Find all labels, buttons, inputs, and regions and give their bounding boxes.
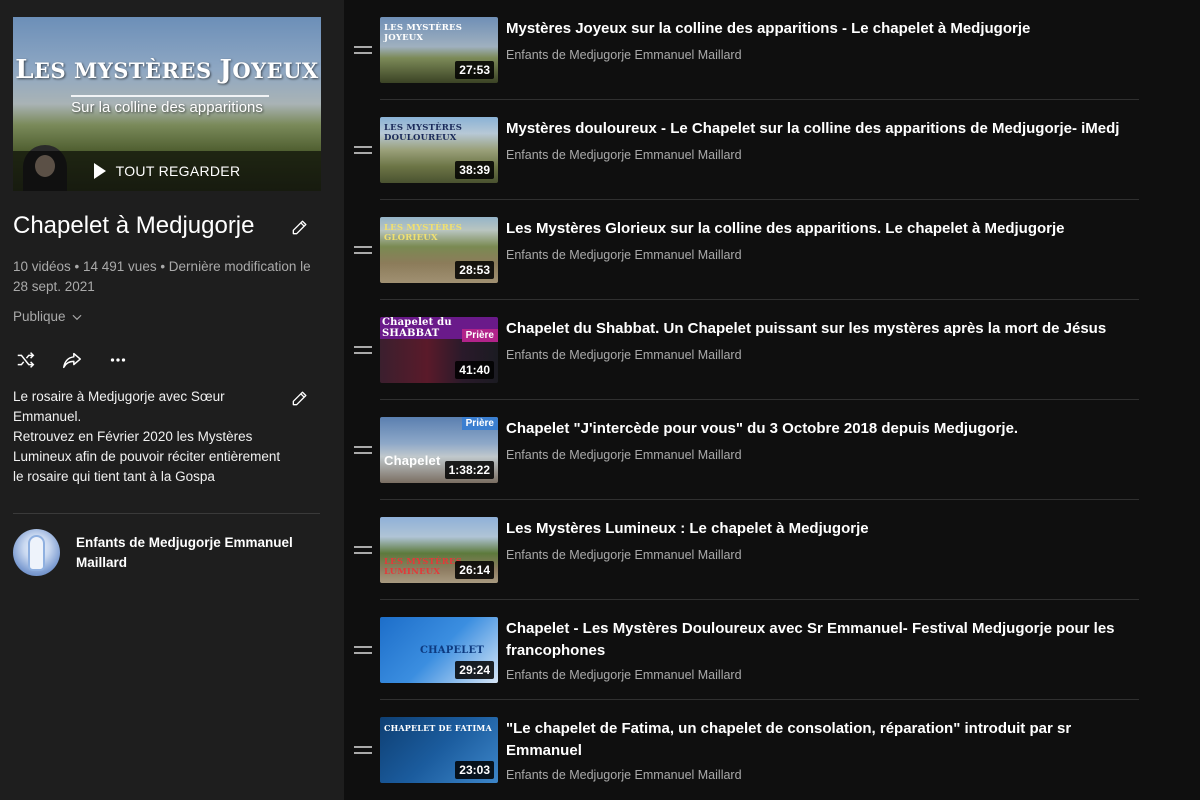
thumbnail-caption: LES MYSTÈRES JOYEUX xyxy=(384,23,463,43)
play-all-button[interactable]: TOUT REGARDER xyxy=(13,151,321,191)
video-channel[interactable]: Enfants de Medjugorje Emmanuel Maillard xyxy=(506,148,742,162)
hero-title-underline xyxy=(71,95,269,97)
drag-handle-icon[interactable] xyxy=(354,446,372,456)
list-item[interactable]: Chapelet Prière 1:38:22 Chapelet "J'inte… xyxy=(344,400,1139,500)
list-item[interactable]: CHAPELET DE FATIMA 23:03 "Le chapelet de… xyxy=(344,700,1139,800)
playlist-title: Chapelet à Medjugorje xyxy=(13,212,255,239)
chevron-down-icon xyxy=(72,314,82,320)
thumbnail-caption: CHAPELET DE FATIMA xyxy=(384,723,492,733)
video-channel[interactable]: Enfants de Medjugorje Emmanuel Maillard xyxy=(506,768,742,782)
video-channel[interactable]: Enfants de Medjugorje Emmanuel Maillard xyxy=(506,548,742,562)
list-item[interactable]: Chapelet du SHABBAT Prière 41:40 Chapele… xyxy=(344,300,1139,400)
share-icon xyxy=(63,352,81,369)
video-duration: 26:14 xyxy=(455,561,494,579)
thumbnail-caption: Chapelet xyxy=(384,453,441,468)
video-channel[interactable]: Enfants de Medjugorje Emmanuel Maillard xyxy=(506,348,742,362)
video-duration: 1:38:22 xyxy=(444,461,494,479)
pencil-icon[interactable] xyxy=(290,217,310,237)
drag-handle-icon[interactable] xyxy=(354,246,372,256)
video-duration: 29:24 xyxy=(455,661,494,679)
thumbnail-caption: LES MYSTÈRES DOULOUREUX xyxy=(384,123,463,143)
playlist-stats: 10 vidéos • 14 491 vues • Dernière modif… xyxy=(13,259,311,294)
video-thumbnail[interactable]: LES MYSTÈRES LUMINEUX 26:14 xyxy=(380,517,498,583)
thumbnail-caption: LES MYSTÈRES GLORIEUX xyxy=(384,223,463,243)
thumbnail-badge: Prière xyxy=(461,417,498,430)
video-channel[interactable]: Enfants de Medjugorje Emmanuel Maillard xyxy=(506,448,742,462)
video-title[interactable]: "Le chapelet de Fatima, un chapelet de c… xyxy=(506,718,1126,762)
playlist-panel: LES MYSTÈRES JOYEUX Sur la colline des a… xyxy=(0,0,344,800)
video-thumbnail[interactable]: CHAPELET 29:24 xyxy=(380,617,498,683)
pencil-icon[interactable] xyxy=(290,388,310,408)
video-list: LES MYSTÈRES JOYEUX 27:53 Mystères Joyeu… xyxy=(344,0,1200,800)
playlist-owner[interactable]: Enfants de Medjugorje Emmanuel Maillard xyxy=(13,529,306,576)
video-title[interactable]: Chapelet - Les Mystères Douloureux avec … xyxy=(506,618,1126,662)
list-item[interactable]: LES MYSTÈRES GLORIEUX 28:53 Les Mystères… xyxy=(344,200,1139,300)
owner-name[interactable]: Enfants de Medjugorje Emmanuel Maillard xyxy=(76,533,306,573)
shuffle-icon xyxy=(17,352,35,368)
hero-subtitle: Sur la colline des apparitions xyxy=(71,99,263,116)
shuffle-button[interactable] xyxy=(13,347,39,373)
play-icon xyxy=(93,163,106,179)
video-channel[interactable]: Enfants de Medjugorje Emmanuel Maillard xyxy=(506,48,742,62)
more-icon xyxy=(110,358,126,362)
list-item[interactable]: LES MYSTÈRES LUMINEUX 26:14 Les Mystères… xyxy=(344,500,1139,600)
video-channel[interactable]: Enfants de Medjugorje Emmanuel Maillard xyxy=(506,668,742,682)
drag-handle-icon[interactable] xyxy=(354,546,372,556)
video-thumbnail[interactable]: LES MYSTÈRES JOYEUX 27:53 xyxy=(380,17,498,83)
video-title[interactable]: Les Mystères Glorieux sur la colline des… xyxy=(506,218,1126,240)
divider xyxy=(13,513,320,514)
thumbnail-caption: CHAPELET xyxy=(420,645,485,656)
privacy-dropdown[interactable]: Publique xyxy=(13,309,84,324)
video-channel[interactable]: Enfants de Medjugorje Emmanuel Maillard xyxy=(506,248,742,262)
privacy-label: Publique xyxy=(13,309,66,324)
video-duration: 28:53 xyxy=(455,261,494,279)
video-duration: 23:03 xyxy=(455,761,494,779)
thumbnail-badge: Prière xyxy=(461,329,498,342)
playlist-description: Le rosaire à Medjugorje avec Sœur Emmanu… xyxy=(13,389,281,484)
video-thumbnail[interactable]: Chapelet Prière 1:38:22 xyxy=(380,417,498,483)
video-title[interactable]: Les Mystères Lumineux : Le chapelet à Me… xyxy=(506,518,1126,540)
playlist-hero-thumbnail[interactable]: LES MYSTÈRES JOYEUX Sur la colline des a… xyxy=(13,17,321,191)
list-item[interactable]: LES MYSTÈRES DOULOUREUX 38:39 Mystères d… xyxy=(344,100,1139,200)
drag-handle-icon[interactable] xyxy=(354,646,372,656)
video-title[interactable]: Chapelet "J'intercède pour vous" du 3 Oc… xyxy=(506,418,1126,440)
video-title[interactable]: Mystères Joyeux sur la colline des appar… xyxy=(506,18,1126,40)
video-thumbnail[interactable]: CHAPELET DE FATIMA 23:03 xyxy=(380,717,498,783)
playlist-actions xyxy=(13,347,131,373)
video-duration: 41:40 xyxy=(455,361,494,379)
video-title[interactable]: Mystères douloureux - Le Chapelet sur la… xyxy=(506,118,1126,140)
video-title[interactable]: Chapelet du Shabbat. Un Chapelet puissan… xyxy=(506,318,1126,340)
drag-handle-icon[interactable] xyxy=(354,146,372,156)
hero-title: LES MYSTÈRES JOYEUX xyxy=(15,55,319,85)
play-all-label: TOUT REGARDER xyxy=(115,163,241,179)
avatar[interactable] xyxy=(13,529,60,576)
drag-handle-icon[interactable] xyxy=(354,346,372,356)
drag-handle-icon[interactable] xyxy=(354,46,372,56)
list-item[interactable]: LES MYSTÈRES JOYEUX 27:53 Mystères Joyeu… xyxy=(344,0,1139,100)
video-duration: 27:53 xyxy=(455,61,494,79)
video-thumbnail[interactable]: LES MYSTÈRES GLORIEUX 28:53 xyxy=(380,217,498,283)
more-button[interactable] xyxy=(105,347,131,373)
list-item[interactable]: CHAPELET 29:24 Chapelet - Les Mystères D… xyxy=(344,600,1139,700)
video-duration: 38:39 xyxy=(455,161,494,179)
drag-handle-icon[interactable] xyxy=(354,746,372,756)
video-thumbnail[interactable]: LES MYSTÈRES DOULOUREUX 38:39 xyxy=(380,117,498,183)
video-thumbnail[interactable]: Chapelet du SHABBAT Prière 41:40 xyxy=(380,317,498,383)
share-button[interactable] xyxy=(59,347,85,373)
